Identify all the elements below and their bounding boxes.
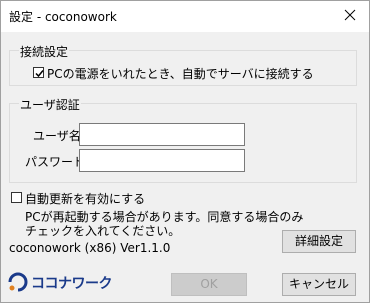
auto-update-label[interactable]: 自動更新を有効にする [25,190,145,207]
user-auth-legend: ユーザ認証 [19,96,81,113]
checkmark-icon [35,70,44,78]
username-label: ユーザ名 [33,129,81,143]
details-button[interactable]: 詳細設定 [282,230,356,253]
window-title: 設定 - coconowork [9,10,117,24]
auto-update-checkbox[interactable] [11,192,22,203]
title-bar: 設定 - coconowork [1,1,369,32]
password-input[interactable] [79,149,245,172]
cancel-button[interactable]: キャンセル [282,273,356,296]
coconowork-logo: ココナワーク [7,269,122,297]
auto-connect-checkbox[interactable] [33,67,44,78]
settings-dialog: 設定 - coconowork 接続設定 PCの電源をいれたとき、自動でサーバに… [0,0,370,303]
auto-connect-label[interactable]: PCの電源をいれたとき、自動でサーバに接続する [47,65,314,82]
username-input[interactable] [79,123,245,146]
logo-mark-icon [8,272,28,292]
version-text: coconowork (x86) Ver1.1.0 [9,241,171,255]
ok-button[interactable]: OK [171,273,247,296]
password-label: パスワード [25,155,86,169]
logo-text: ココナワーク [31,276,113,292]
connection-settings-legend: 接続設定 [19,43,70,60]
close-icon[interactable] [341,6,359,24]
auto-update-note-line2: チェックを入れてください。 [25,224,181,238]
